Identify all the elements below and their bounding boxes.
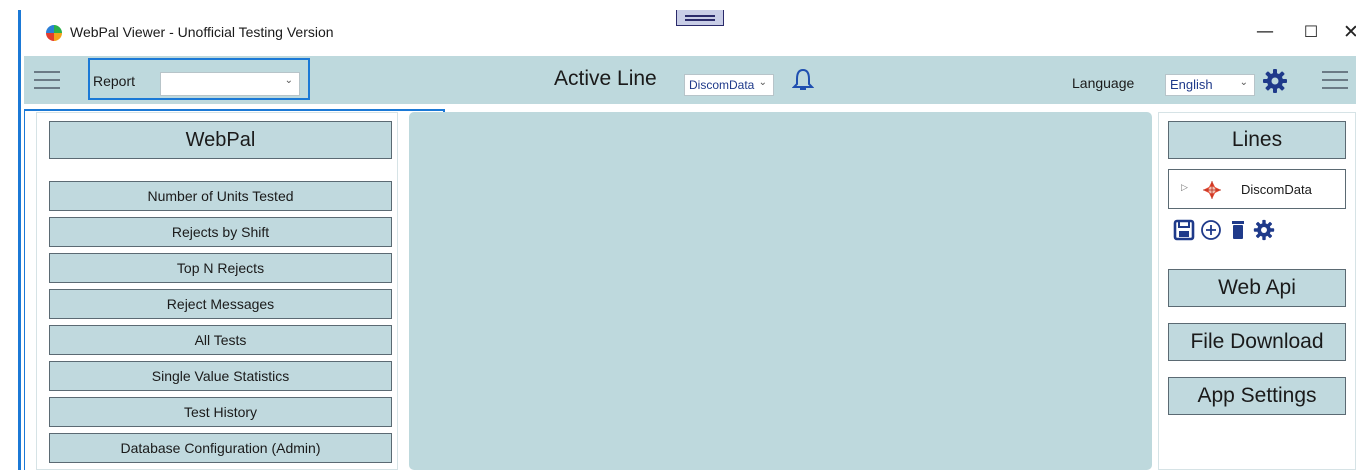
lines-header-button[interactable]: Lines bbox=[1168, 121, 1346, 159]
language-value: English bbox=[1170, 77, 1213, 92]
lines-tree[interactable]: ▷ DiscomData bbox=[1168, 169, 1346, 209]
app-window: WebPal Viewer - Unofficial Testing Versi… bbox=[24, 10, 1356, 470]
drag-handle[interactable] bbox=[676, 10, 724, 26]
file-download-button[interactable]: File Download bbox=[1168, 323, 1346, 361]
active-line-dropdown[interactable]: DiscomData ⌄ bbox=[684, 74, 774, 96]
title-bar[interactable]: WebPal Viewer - Unofficial Testing Versi… bbox=[24, 10, 1356, 56]
chevron-down-icon: ⌄ bbox=[1239, 77, 1248, 88]
gear-icon[interactable] bbox=[1253, 219, 1275, 241]
report-dropdown[interactable]: ⌄ bbox=[160, 72, 300, 96]
web-api-button[interactable]: Web Api bbox=[1168, 269, 1346, 307]
minimize-button[interactable]: — bbox=[1242, 16, 1288, 48]
expand-arrow-icon[interactable]: ▷ bbox=[1181, 182, 1188, 193]
lines-panel: Lines ▷ DiscomData Web Api File Download… bbox=[1158, 112, 1356, 470]
toolbar: Report ⌄ Active Line DiscomData ⌄ Langua… bbox=[24, 56, 1356, 104]
webpal-header-button[interactable]: WebPal bbox=[49, 121, 392, 159]
report-label: Report bbox=[93, 73, 136, 89]
save-icon[interactable] bbox=[1173, 219, 1195, 241]
add-circle-icon[interactable] bbox=[1200, 219, 1222, 241]
language-label: Language bbox=[1072, 75, 1135, 91]
language-dropdown[interactable]: English ⌄ bbox=[1165, 74, 1255, 96]
window-border bbox=[18, 10, 21, 470]
menu-hamburger-icon[interactable] bbox=[34, 69, 60, 91]
tree-item-label[interactable]: DiscomData bbox=[1241, 182, 1312, 197]
nav-number-of-units-tested[interactable]: Number of Units Tested bbox=[49, 181, 392, 211]
chevron-down-icon: ⌄ bbox=[284, 75, 293, 86]
close-button[interactable]: ✕ bbox=[1328, 16, 1356, 48]
nav-database-configuration[interactable]: Database Configuration (Admin) bbox=[49, 433, 392, 463]
bell-icon[interactable] bbox=[792, 67, 814, 93]
window-title: WebPal Viewer - Unofficial Testing Versi… bbox=[70, 24, 334, 40]
app-settings-button[interactable]: App Settings bbox=[1168, 377, 1346, 415]
nav-reject-messages[interactable]: Reject Messages bbox=[49, 289, 392, 319]
nav-single-value-statistics[interactable]: Single Value Statistics bbox=[49, 361, 392, 391]
line-node-icon bbox=[1203, 181, 1221, 199]
nav-all-tests[interactable]: All Tests bbox=[49, 325, 392, 355]
active-line-label: Active Line bbox=[554, 67, 657, 90]
desktop-left-strip bbox=[0, 0, 24, 470]
report-nav-panel: WebPal Number of Units Tested Rejects by… bbox=[24, 109, 445, 470]
active-line-value: DiscomData bbox=[689, 78, 755, 92]
nav-top-n-rejects[interactable]: Top N Rejects bbox=[49, 253, 392, 283]
content-area: WebPal Number of Units Tested Rejects by… bbox=[24, 104, 1356, 470]
nav-test-history[interactable]: Test History bbox=[49, 397, 392, 427]
nav-rejects-by-shift[interactable]: Rejects by Shift bbox=[49, 217, 392, 247]
delete-icon[interactable] bbox=[1227, 219, 1249, 241]
webpal-logo-icon bbox=[46, 25, 62, 41]
main-view-area bbox=[409, 112, 1152, 470]
side-menu-hamburger-icon[interactable] bbox=[1322, 69, 1348, 91]
settings-gear-icon[interactable] bbox=[1262, 68, 1288, 94]
chevron-down-icon: ⌄ bbox=[758, 77, 767, 88]
